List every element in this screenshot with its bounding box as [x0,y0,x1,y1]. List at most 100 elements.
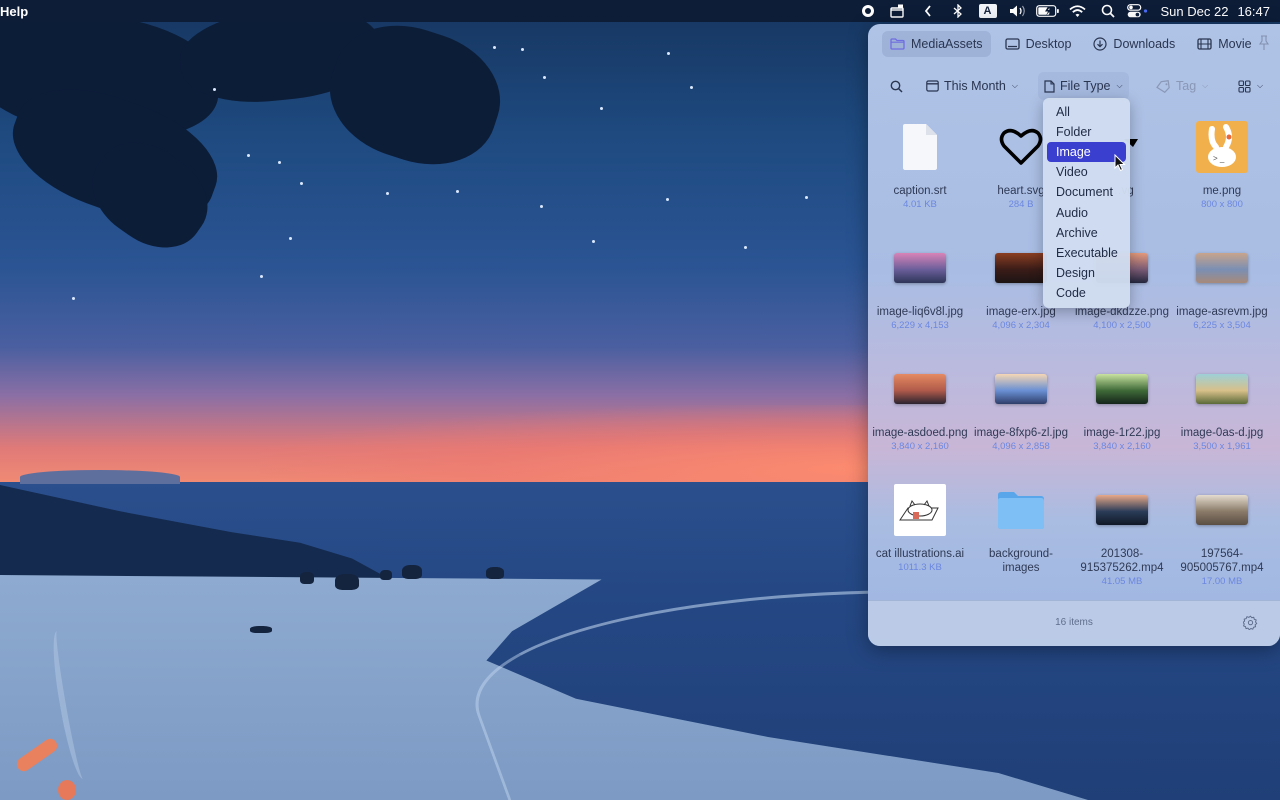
file-item[interactable]: image-1r22.jpg 3,840 x 2,160 [1072,356,1172,453]
tab-desktop[interactable]: Desktop [997,31,1080,57]
volume-icon[interactable] [1003,0,1033,22]
file-thumbnail [870,235,970,301]
tab-label: MediaAssets [911,37,983,51]
chevron-down-icon: ⌵ [1011,81,1018,90]
menu-help[interactable]: Help [0,4,28,19]
file-item[interactable]: 201308-915375262.mp4 41.05 MB [1072,477,1172,588]
file-type-option-folder[interactable]: Folder [1047,122,1126,142]
item-count: 16 items [1055,617,1093,628]
svg-text:> _: > _ [1213,154,1225,163]
file-type-option-code[interactable]: Code [1047,283,1126,303]
clock-date: Sun Dec 22 [1160,3,1229,19]
input-source-icon[interactable]: A [973,0,1003,22]
file-type-option-all[interactable]: All [1047,102,1126,122]
wifi-icon[interactable] [1063,0,1093,22]
control-center-icon[interactable] [1123,0,1153,22]
file-meta: 4.01 KB [903,199,937,210]
film-icon [1197,38,1212,50]
file-type-option-executable[interactable]: Executable [1047,243,1126,263]
mouse-cursor [1114,154,1126,172]
folder-icon [998,492,1044,529]
wallpaper-rock [486,567,504,579]
desktop-icon [1004,38,1020,50]
menu-bar-status-area: A Sun Dec 22 16:47 [853,0,1280,22]
calendar-icon [926,80,939,92]
bluetooth-icon[interactable] [943,0,973,22]
file-name: image-liq6v8l.jpg [876,306,964,318]
pin-icon[interactable] [1258,35,1270,51]
image-thumbnail [995,374,1047,404]
file-item[interactable]: > _ me.png 800 x 800 [1172,114,1272,211]
screenshot-folder-icon[interactable] [883,0,913,22]
file-name: image-asrevm.jpg [1176,306,1268,318]
search-button[interactable] [884,72,909,100]
file-name: 201308-915375262.mp4 [1080,548,1164,574]
file-item[interactable]: image-0as-d.jpg 3,500 x 1,961 [1172,356,1272,453]
record-icon[interactable] [853,0,883,22]
file-type-option-audio[interactable]: Audio [1047,202,1126,222]
file-name: image-0as-d.jpg [1180,427,1264,439]
tag-filter-button[interactable]: Tag ⌵ [1150,72,1214,100]
folder-icon [890,38,905,50]
download-icon [1093,37,1108,51]
gear-icon[interactable] [1243,615,1258,630]
wallpaper-campfire [58,780,76,800]
view-mode-button[interactable]: ⌵ [1232,72,1269,100]
image-thumbnail [1196,374,1248,404]
file-thumbnail [870,356,970,422]
tab-mediaassets[interactable]: MediaAssets [882,31,991,57]
grid-view-icon [1238,79,1251,93]
video-thumbnail [1196,495,1248,525]
file-thumbnail [971,356,1071,422]
image-thumbnail [995,253,1047,283]
file-meta: 6,225 x 3,504 [1193,320,1251,331]
file-type-option-archive[interactable]: Archive [1047,223,1126,243]
file-item[interactable]: image-8fxp6-zl.jpg 4,096 x 2,858 [971,356,1071,453]
file-meta: 800 x 800 [1201,199,1243,210]
file-thumbnail [971,477,1071,543]
chevron-down-icon: ⌵ [1257,81,1264,90]
file-type-filter-button[interactable]: File Type ⌵ [1038,72,1129,100]
file-item[interactable]: 197564-905005767.mp4 17.00 MB [1172,477,1272,588]
battery-charging-icon[interactable] [1033,0,1063,22]
image-thumbnail [1196,253,1248,283]
file-item[interactable]: image-liq6v8l.jpg 6,229 x 4,153 [870,235,970,332]
file-thumbnail [870,477,970,543]
file-type-option-document[interactable]: Document [1047,182,1126,202]
menu-bar: Help A Sun Dec 22 16:47 [0,0,1280,22]
tab-label: Movie [1218,37,1252,51]
file-item[interactable]: background-images [971,477,1071,575]
file-meta: 3,840 x 2,160 [1093,441,1151,452]
chevron-left-icon[interactable] [913,0,943,22]
file-type-option-design[interactable]: Design [1047,263,1126,283]
file-name: image-asdoed.png [872,427,968,439]
file-thumbnail [870,114,970,180]
date-filter-label: This Month [944,79,1006,93]
image-thumbnail [1096,374,1148,404]
spotlight-search-icon[interactable] [1093,0,1123,22]
filter-toolbar: This Month ⌵ File Type ⌵ Tag ⌵ ⌵ [868,72,1280,100]
file-item[interactable]: image-asdoed.png 3,840 x 2,160 [870,356,970,453]
file-item[interactable]: caption.srt 4.01 KB [870,114,970,211]
tab-movie[interactable]: Movie [1189,31,1259,57]
menu-bar-clock[interactable]: Sun Dec 22 16:47 [1161,4,1270,19]
file-item[interactable]: cat illustrations.ai 1011.3 KB [870,477,970,574]
file-meta: 4,096 x 2,304 [992,320,1050,331]
wallpaper-rock [250,626,272,633]
file-thumbnail [1172,477,1272,543]
file-name: 197564-905005767.mp4 [1180,548,1264,574]
chevron-down-icon: ⌵ [1202,81,1209,90]
heart-icon [999,128,1043,165]
bunny-avatar-icon: > _ [1196,121,1248,173]
file-thumbnail: > _ [1172,114,1272,180]
file-name: me.png [1202,185,1242,197]
tab-downloads[interactable]: Downloads [1085,31,1183,57]
file-thumbnail [1072,477,1172,543]
file-meta: 4,100 x 2,500 [1093,320,1151,331]
document-icon [1044,79,1055,93]
image-thumbnail [894,253,946,283]
file-type-menu: All Folder Image Video Document Audio Archive E… [1043,98,1130,308]
document-file-icon [903,124,937,170]
date-filter-button[interactable]: This Month ⌵ [920,72,1024,100]
file-item[interactable]: image-asrevm.jpg 6,225 x 3,504 [1172,235,1272,332]
